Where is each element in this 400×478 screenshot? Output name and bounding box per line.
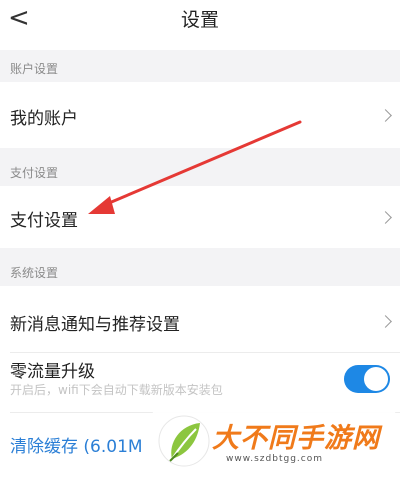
zero-traffic-upgrade-description: 开启后，wifi下会自动下载新版本安装包 bbox=[10, 383, 223, 397]
my-account-label: 我的账户 bbox=[10, 109, 78, 129]
section-label: 支付设置 bbox=[10, 166, 59, 180]
my-account-row[interactable]: 我的账户 bbox=[0, 82, 400, 148]
section-header-account: 账户设置 bbox=[0, 50, 400, 82]
notification-settings-row[interactable]: 新消息通知与推荐设置 bbox=[0, 286, 400, 352]
clear-cache-row[interactable]: 清除缓存 (6.01M bbox=[10, 432, 143, 457]
section-label: 系统设置 bbox=[10, 266, 59, 280]
watermark-url: www.szdbtgg.com bbox=[226, 454, 323, 464]
watermark: 大不同手游网 www.szdbtgg.com bbox=[152, 408, 396, 474]
top-bar: < 设置 bbox=[0, 0, 400, 38]
page-title: 设置 bbox=[180, 9, 219, 31]
chevron-right-icon bbox=[379, 315, 392, 328]
leaf-logo-icon bbox=[158, 415, 210, 467]
section-header-payment: 支付设置 bbox=[0, 148, 400, 186]
zero-traffic-upgrade-row: 零流量升级 开启后，wifi下会自动下载新版本安装包 bbox=[0, 353, 400, 411]
toggle-knob bbox=[364, 367, 388, 391]
zero-traffic-upgrade-label: 零流量升级 bbox=[10, 362, 95, 382]
zero-traffic-upgrade-toggle[interactable] bbox=[344, 365, 390, 393]
payment-settings-row[interactable]: 支付设置 bbox=[0, 186, 400, 248]
section-label: 账户设置 bbox=[10, 62, 59, 76]
chevron-right-icon bbox=[379, 109, 392, 122]
payment-settings-label: 支付设置 bbox=[10, 211, 78, 231]
section-header-system: 系统设置 bbox=[0, 248, 400, 286]
watermark-text: 大不同手游网 bbox=[212, 423, 380, 454]
chevron-right-icon bbox=[379, 211, 392, 224]
notification-settings-label: 新消息通知与推荐设置 bbox=[10, 315, 180, 335]
